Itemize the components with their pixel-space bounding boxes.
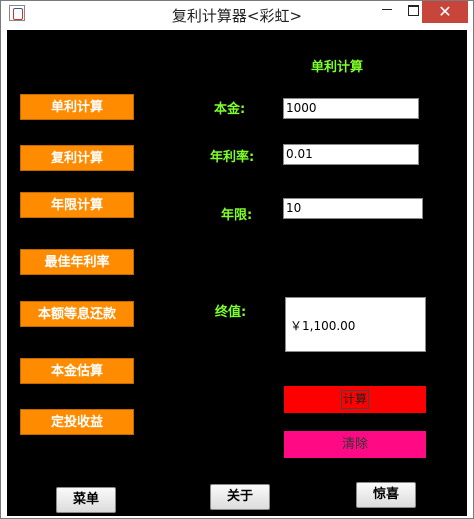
sidebar-item-fixed-investment[interactable]: 定投收益 bbox=[20, 409, 134, 435]
menu-button[interactable]: 菜单 bbox=[56, 487, 116, 513]
close-button[interactable]: ✕ bbox=[422, 1, 468, 23]
close-icon: ✕ bbox=[438, 2, 452, 21]
clear-button[interactable]: 清除 bbox=[284, 431, 426, 458]
sidebar-item-years-calc[interactable]: 年限计算 bbox=[20, 192, 134, 218]
result-label: 终值: bbox=[215, 305, 247, 320]
sidebar-item-simple-interest[interactable]: 单利计算 bbox=[20, 94, 134, 120]
title-bar[interactable]: 复利计算器<彩虹> ✕ bbox=[1, 1, 473, 27]
page-title: 单利计算 bbox=[311, 60, 364, 75]
main-panel: 单利计算 复利计算 年限计算 最佳年利率 本额等息还款 本金估算 定投收益 单利… bbox=[7, 30, 467, 516]
app-window: 复利计算器<彩虹> ✕ 单利计算 复利计算 年限计算 最佳年利率 本额等息还款 … bbox=[0, 0, 474, 519]
result-output: ￥1,100.00 bbox=[285, 297, 426, 352]
surprise-button[interactable]: 惊喜 bbox=[356, 482, 416, 508]
sidebar-item-compound-interest[interactable]: 复利计算 bbox=[20, 145, 134, 171]
rate-input[interactable]: 0.01 bbox=[283, 144, 419, 165]
years-input[interactable]: 10 bbox=[283, 198, 423, 219]
principal-input[interactable]: 1000 bbox=[283, 98, 419, 119]
sidebar-item-best-rate[interactable]: 最佳年利率 bbox=[20, 249, 134, 275]
sidebar-item-principal-estimate[interactable]: 本金估算 bbox=[20, 358, 134, 384]
sidebar-item-equal-installment[interactable]: 本额等息还款 bbox=[20, 301, 134, 327]
calculate-button[interactable]: 计算 bbox=[284, 386, 426, 413]
principal-label: 本金: bbox=[214, 102, 246, 117]
about-button[interactable]: 关于 bbox=[210, 484, 270, 510]
years-label: 年限: bbox=[221, 208, 253, 223]
maximize-icon bbox=[407, 5, 419, 16]
minimize-icon bbox=[382, 9, 392, 10]
rate-label: 年利率: bbox=[210, 150, 255, 165]
calculate-label: 计算 bbox=[341, 390, 369, 409]
